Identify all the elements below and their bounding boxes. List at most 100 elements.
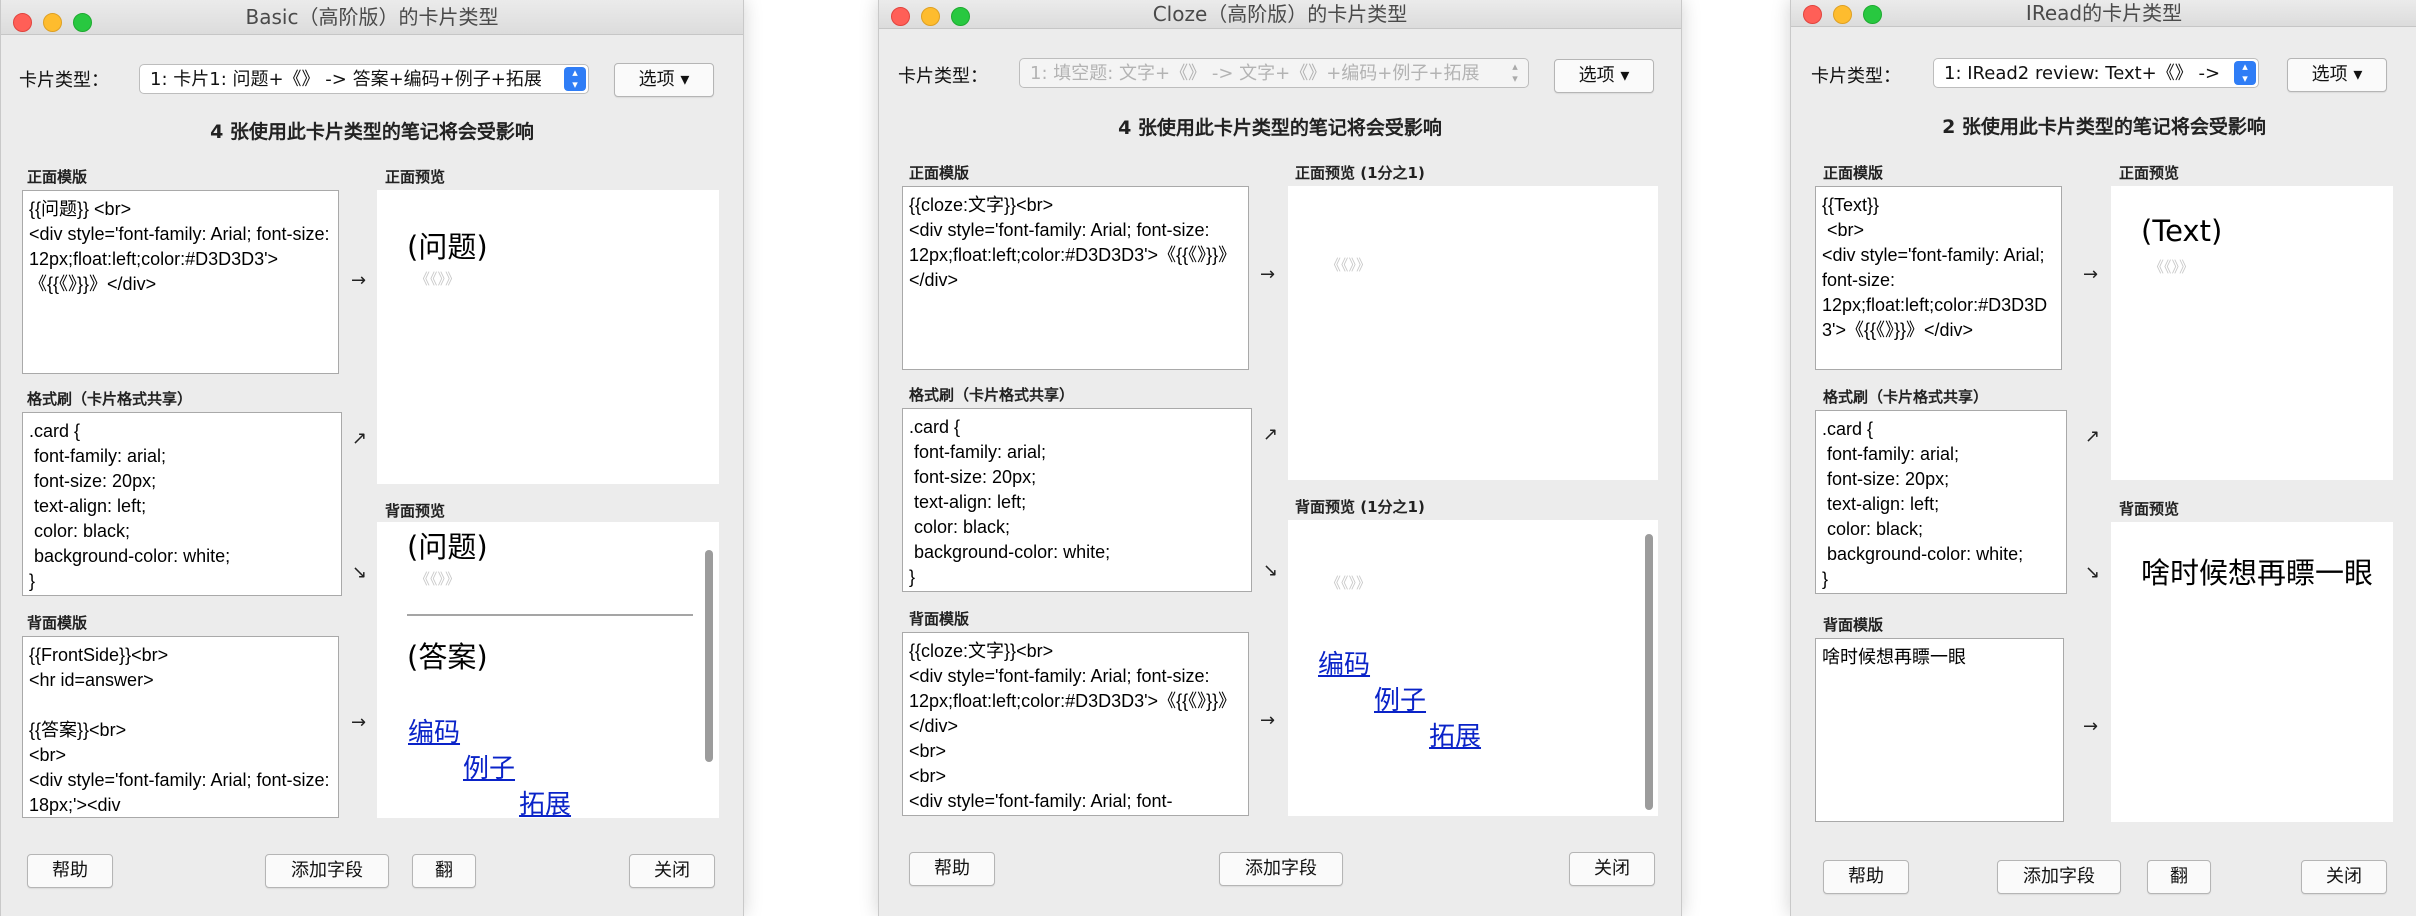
- affected-notes-text: 4 张使用此卡片类型的笔记将会受影响: [1118, 117, 1442, 139]
- back-template-label: 背面模版: [1823, 616, 1884, 634]
- help-button[interactable]: 帮助: [27, 854, 113, 888]
- add-field-button[interactable]: 添加字段: [1997, 860, 2121, 894]
- arrow-down-right-icon: ↘: [1263, 560, 1279, 581]
- affected-notes-text: 4 张使用此卡片类型的笔记将会受影响: [210, 121, 534, 143]
- zoom-window-icon[interactable]: [73, 13, 92, 32]
- back-preview-label: 背面预览: [385, 502, 446, 520]
- arrow-down-right-icon: ↘: [352, 562, 368, 583]
- styling-label: 格式刷（卡片格式共享）: [1823, 388, 1989, 406]
- styling-editor[interactable]: .card { font-family: arial; font-size: 2…: [1815, 410, 2067, 594]
- help-button[interactable]: 帮助: [1823, 860, 1909, 894]
- close-button[interactable]: 关闭: [629, 854, 715, 888]
- window-iread: IRead的卡片类型 卡片类型： 1: IRead2 review: Text+…: [1790, 0, 2416, 916]
- add-field-button[interactable]: 添加字段: [1219, 852, 1343, 886]
- zoom-window-icon[interactable]: [951, 7, 970, 26]
- link-extension[interactable]: 拓展: [1429, 716, 1481, 753]
- close-window-icon[interactable]: [13, 13, 32, 32]
- styling-label: 格式刷（卡片格式共享）: [27, 390, 193, 408]
- link-example[interactable]: 例子: [1374, 680, 1426, 717]
- back-preview-text: 啥时候想再瞟一眼: [2141, 556, 2374, 590]
- front-template-editor[interactable]: {{问题}} <br> <div style='font-family: Ari…: [22, 190, 339, 374]
- link-extension[interactable]: 拓展: [519, 784, 571, 818]
- close-button[interactable]: 关闭: [2301, 860, 2387, 894]
- front-preview-label: 正面预览: [2119, 164, 2180, 182]
- card-type-value: 1: 填空题: 文字+《》 -> 文字+《》+编码+例子+拓展: [1030, 63, 1480, 84]
- card-type-select[interactable]: 1: IRead2 review: Text+《》 -> ▴ ▾: [1933, 58, 2259, 88]
- minimize-window-icon[interactable]: [1833, 5, 1852, 24]
- card-type-value: 1: IRead2 review: Text+《》 ->: [1944, 63, 2221, 84]
- back-template-editor[interactable]: {{cloze:文字}}<br> <div style='font-family…: [902, 632, 1249, 816]
- title-bar[interactable]: Cloze（高阶版）的卡片类型: [879, 0, 1681, 29]
- back-preview-label: 背面预览: [2119, 500, 2180, 518]
- front-template-label: 正面模版: [909, 164, 970, 182]
- back-template-editor[interactable]: {{FrontSide}}<br> <hr id=answer> {{答案}}<…: [22, 636, 339, 818]
- close-button[interactable]: 关闭: [1569, 852, 1655, 886]
- front-template-editor[interactable]: {{cloze:文字}}<br> <div style='font-family…: [902, 186, 1249, 370]
- back-template-editor[interactable]: 啥时候想再瞟一眼: [1815, 638, 2064, 822]
- flip-button[interactable]: 翻: [412, 854, 476, 888]
- card-type-select[interactable]: 1: 填空题: 文字+《》 -> 文字+《》+编码+例子+拓展 ▴ ▾: [1019, 58, 1529, 88]
- front-preview-text: (Text): [2141, 214, 2223, 248]
- affected-notes-text: 2 张使用此卡片类型的笔记将会受影响: [1942, 116, 2266, 138]
- window-cloze: Cloze（高阶版）的卡片类型 卡片类型： 1: 填空题: 文字+《》 -> 文…: [878, 0, 1682, 916]
- preview-scrollbar[interactable]: [1645, 534, 1653, 810]
- back-preview-question: (问题): [407, 530, 488, 564]
- front-preview: (Text) 《《》》: [2111, 186, 2393, 480]
- card-type-label: 卡片类型：: [19, 70, 109, 91]
- styling-editor[interactable]: .card { font-family: arial; font-size: 2…: [22, 412, 342, 596]
- back-template-label: 背面模版: [27, 614, 88, 632]
- arrow-right-icon: →: [2083, 264, 2099, 285]
- arrow-up-right-icon: ↗: [2085, 426, 2101, 447]
- minimize-window-icon[interactable]: [921, 7, 940, 26]
- add-field-button[interactable]: 添加字段: [265, 854, 389, 888]
- card-type-label: 卡片类型：: [898, 66, 988, 87]
- window-title: Basic（高阶版）的卡片类型: [245, 5, 499, 29]
- link-encoding[interactable]: 编码: [408, 712, 460, 749]
- chevron-updown-icon: ▴ ▾: [564, 67, 586, 91]
- back-preview-placeholder: 《《》》: [1326, 574, 1372, 592]
- arrow-right-icon: →: [2083, 716, 2099, 737]
- back-preview-label: 背面预览 (1分之1): [1295, 498, 1425, 516]
- front-preview-question: (问题): [407, 230, 488, 264]
- arrow-up-right-icon: ↗: [1263, 424, 1279, 445]
- front-template-label: 正面模版: [27, 168, 88, 186]
- window-basic: Basic（高阶版）的卡片类型 卡片类型： 1: 卡片1: 问题+《》 -> 答…: [0, 0, 744, 916]
- arrow-right-icon: →: [351, 270, 367, 291]
- link-encoding[interactable]: 编码: [1318, 644, 1370, 681]
- close-window-icon[interactable]: [891, 7, 910, 26]
- front-preview-placeholder: 《《》》: [1326, 256, 1372, 274]
- zoom-window-icon[interactable]: [1863, 5, 1882, 24]
- card-type-select[interactable]: 1: 卡片1: 问题+《》 -> 答案+编码+例子+拓展 ▴ ▾: [139, 64, 589, 94]
- chevron-updown-icon: ▴ ▾: [1512, 60, 1518, 85]
- chevron-updown-icon: ▴ ▾: [2234, 61, 2256, 85]
- link-example[interactable]: 例子: [463, 748, 515, 785]
- title-bar[interactable]: Basic（高阶版）的卡片类型: [1, 0, 743, 35]
- front-template-editor[interactable]: {{Text}} <br> <div style='font-family: A…: [1815, 186, 2062, 370]
- back-preview-answer: (答案): [407, 640, 488, 674]
- front-preview-label: 正面预览 (1分之1): [1295, 164, 1425, 182]
- card-type-label: 卡片类型：: [1811, 66, 1901, 87]
- preview-scrollbar[interactable]: [705, 550, 713, 762]
- front-preview-placeholder: 《《》》: [2149, 258, 2195, 276]
- styling-label: 格式刷（卡片格式共享）: [909, 386, 1075, 404]
- window-title: IRead的卡片类型: [2025, 1, 2183, 25]
- styling-editor[interactable]: .card { font-family: arial; font-size: 2…: [902, 408, 1252, 592]
- options-button[interactable]: 选项 ▾: [1554, 59, 1654, 93]
- front-preview: 《《》》: [1288, 186, 1658, 480]
- title-bar[interactable]: IRead的卡片类型: [1791, 0, 2416, 27]
- back-template-label: 背面模版: [909, 610, 970, 628]
- minimize-window-icon[interactable]: [43, 13, 62, 32]
- close-window-icon[interactable]: [1803, 5, 1822, 24]
- front-preview: (问题) 《《》》: [377, 190, 719, 484]
- arrow-down-right-icon: ↘: [2085, 562, 2101, 583]
- options-button[interactable]: 选项 ▾: [2287, 58, 2387, 92]
- help-button[interactable]: 帮助: [909, 852, 995, 886]
- options-button[interactable]: 选项 ▾: [614, 63, 714, 97]
- front-preview-placeholder: 《《》》: [415, 270, 461, 288]
- flip-button[interactable]: 翻: [2147, 860, 2211, 894]
- arrow-right-icon: →: [1260, 264, 1276, 285]
- card-type-value: 1: 卡片1: 问题+《》 -> 答案+编码+例子+拓展: [150, 69, 542, 90]
- answer-divider: [407, 614, 693, 616]
- window-title: Cloze（高阶版）的卡片类型: [1152, 2, 1408, 26]
- front-template-label: 正面模版: [1823, 164, 1884, 182]
